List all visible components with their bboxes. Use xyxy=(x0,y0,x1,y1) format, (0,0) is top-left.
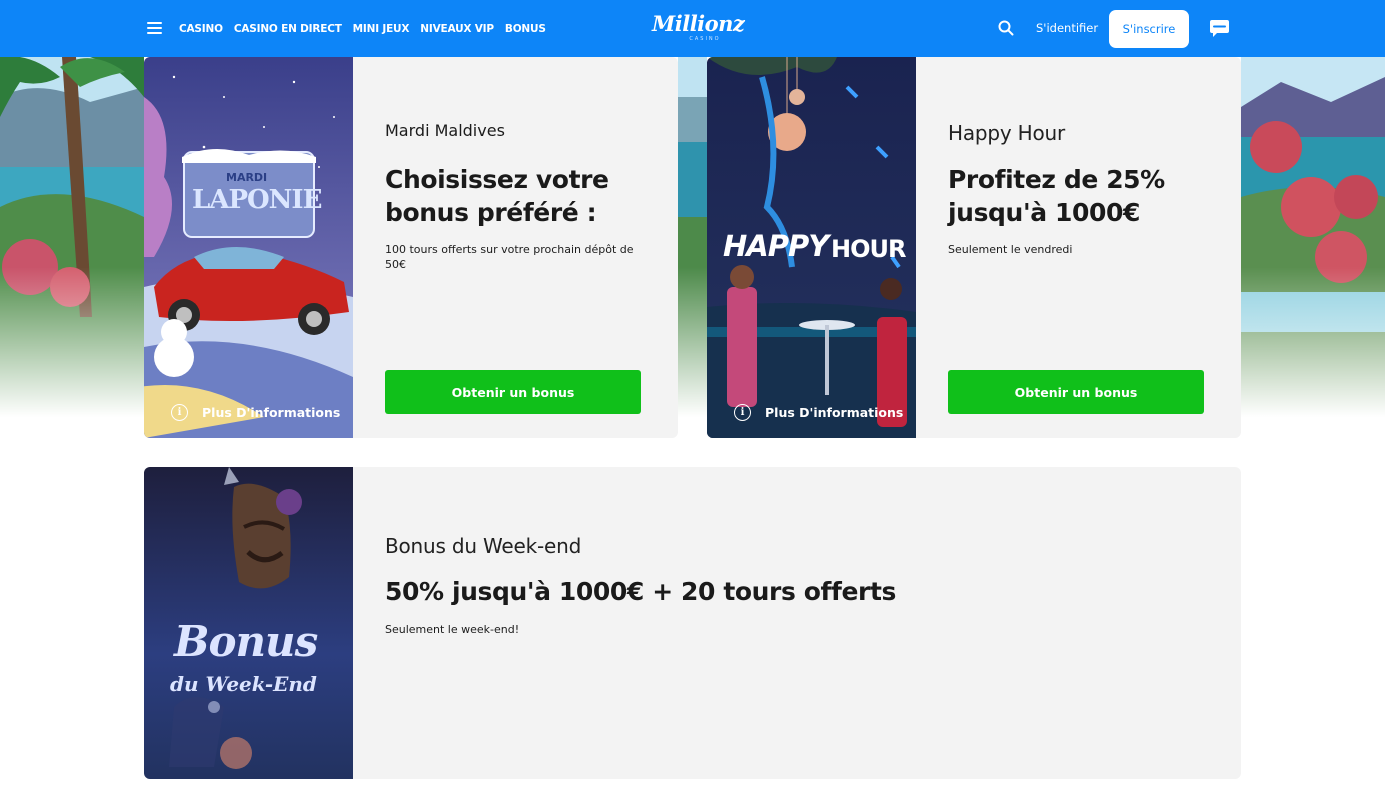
promo-description-line1: 100 tours offerts sur votre prochain dép… xyxy=(385,243,634,256)
logo-subtext: CASINO xyxy=(689,36,721,42)
nav-niveaux-vip[interactable]: NIVEAUX VIP xyxy=(420,23,494,35)
top-header: CASINO CASINO EN DIRECT MINI JEUX NIVEAU… xyxy=(0,0,1385,57)
info-icon: i xyxy=(171,404,188,421)
promo-title-line1: Profitez de 25% xyxy=(948,165,1165,194)
promo-title-line2: jusqu'à 1000€ xyxy=(948,198,1140,227)
promo-image-happy-hour[interactable]: HAPPY HOUR i Plus D'informations xyxy=(707,57,916,438)
promo-description: Seulement le week-end! xyxy=(385,623,520,636)
background-scenery-left xyxy=(0,57,144,417)
promo-image-weekend[interactable]: Bonus du Week-End xyxy=(144,467,353,779)
search-icon[interactable] xyxy=(998,20,1014,36)
promo-label: Happy Hour xyxy=(948,121,1066,145)
image-caption-laponie: LAPONIE xyxy=(192,185,322,215)
nav-mini-jeux[interactable]: MINI JEUX xyxy=(353,23,410,35)
logo-text: Millionz xyxy=(652,11,745,36)
promo-title: 50% jusqu'à 1000€ + 20 tours offerts xyxy=(385,577,897,606)
site-logo[interactable]: Millionz CASINO xyxy=(652,11,745,46)
promo-title-line2: bonus préféré : xyxy=(385,198,597,227)
promo-label: Mardi Maldives xyxy=(385,121,505,140)
promo-description-line2: 50€ xyxy=(385,258,406,271)
promo-image-mardi-laponie[interactable]: MARDI LAPONIE i Plus D'informations xyxy=(144,57,353,438)
get-bonus-button[interactable]: Obtenir un bonus xyxy=(385,370,641,414)
promo-label: Bonus du Week-end xyxy=(385,534,582,558)
background-scenery-right xyxy=(1241,57,1385,417)
background-scenery-center xyxy=(678,57,707,417)
image-caption-weekend: du Week-End xyxy=(170,672,317,696)
promo-description: Seulement le vendredi xyxy=(948,243,1073,256)
image-caption-bonus: Bonus xyxy=(174,617,318,666)
promo-title-line1: Choisissez votre xyxy=(385,165,609,194)
hamburger-menu-icon[interactable] xyxy=(147,22,162,35)
info-icon: i xyxy=(734,404,751,421)
main-nav: CASINO CASINO EN DIRECT MINI JEUX NIVEAU… xyxy=(179,0,546,57)
image-caption-happy: HAPPY xyxy=(723,229,829,263)
more-info-label: Plus D'informations xyxy=(765,405,904,420)
image-caption-hour: HOUR xyxy=(831,235,906,263)
more-info-link[interactable]: i Plus D'informations xyxy=(734,404,903,421)
nav-bonus[interactable]: BONUS xyxy=(505,23,546,35)
promo-card-weekend: Bonus du Week-End Bonus du Week-end 50% … xyxy=(144,467,1241,779)
signup-button[interactable]: S'inscrire xyxy=(1109,10,1189,48)
nav-casino-en-direct[interactable]: CASINO EN DIRECT xyxy=(234,23,342,35)
get-bonus-button[interactable]: Obtenir un bonus xyxy=(948,370,1204,414)
login-link[interactable]: S'identifier xyxy=(1036,21,1098,35)
more-info-link[interactable]: i Plus D'informations xyxy=(171,404,340,421)
chat-icon[interactable] xyxy=(1209,19,1230,38)
promo-card-mardi: MARDI LAPONIE i Plus D'informations Mard… xyxy=(144,57,678,438)
promo-card-happy-hour: HAPPY HOUR i Plus D'informations Happy H… xyxy=(707,57,1241,438)
image-caption-mardi: MARDI xyxy=(226,171,268,184)
nav-casino[interactable]: CASINO xyxy=(179,23,223,35)
more-info-label: Plus D'informations xyxy=(202,405,341,420)
